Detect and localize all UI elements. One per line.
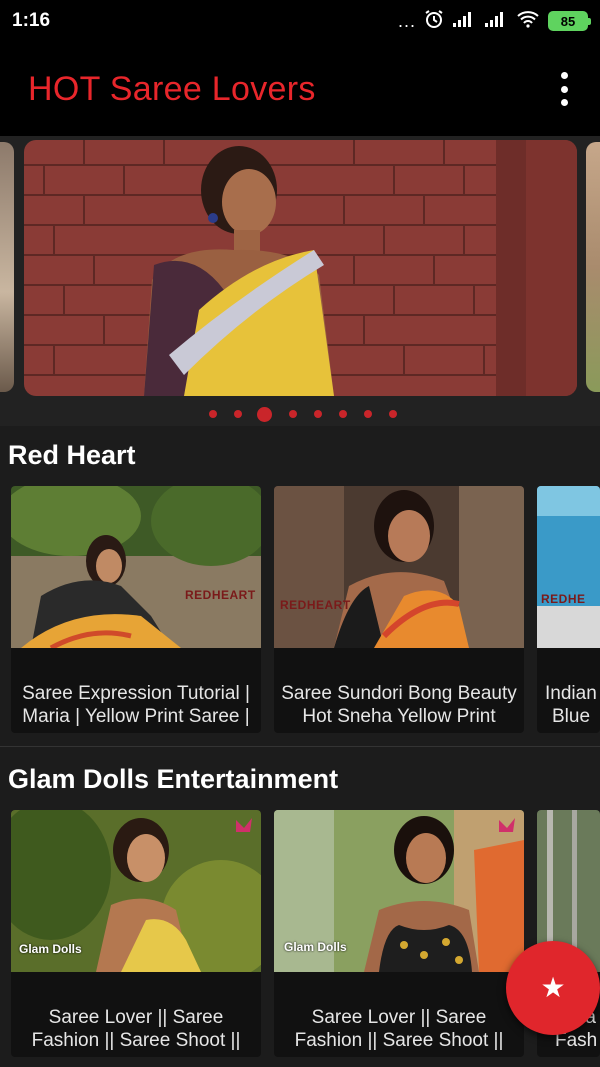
more-notifications-icon: ...: [397, 10, 416, 31]
video-card[interactable]: Glam Dolls Saree Lover || Saree Fashion …: [11, 810, 261, 1057]
carousel-indicator: [0, 404, 600, 424]
app-bar: HOT Saree Lovers: [0, 42, 600, 136]
video-title: Saree Lover || Saree Fashion || Saree Sh…: [294, 1007, 504, 1051]
carousel-slide[interactable]: [24, 140, 577, 396]
card-watermark: REDHEART: [185, 588, 256, 602]
carousel-next-slide[interactable]: [586, 142, 600, 392]
video-card[interactable]: REDHEART Saree Sundori Bong Beauty Hot S…: [274, 486, 524, 733]
video-card[interactable]: REDHEART Saree Expression Tutorial | Mar…: [11, 486, 261, 733]
carousel-prev-slide[interactable]: [0, 142, 14, 392]
carousel-dot[interactable]: [364, 410, 372, 418]
card-watermark: REDHE: [541, 592, 586, 606]
overflow-menu-icon[interactable]: [554, 72, 574, 106]
card-watermark: Glam Dolls: [284, 940, 347, 954]
carousel-dot[interactable]: [257, 406, 272, 422]
carousel-slide-image: [24, 140, 577, 396]
video-thumbnail: REDHE: [537, 486, 600, 648]
status-bar: 1:16 ... 85: [0, 0, 600, 42]
wifi-icon: [516, 10, 540, 33]
carousel-dot[interactable]: [389, 410, 397, 418]
signal-icon-2: [484, 10, 508, 33]
star-icon: ★: [540, 972, 566, 1003]
section-divider: [0, 746, 600, 747]
section-glam-dolls: Glam Dolls Entertainment Glam Dolls Sare…: [0, 750, 600, 1067]
carousel-dot[interactable]: [209, 410, 217, 418]
featured-carousel[interactable]: [0, 136, 600, 426]
video-title: Saree Expression Tutorial | Maria | Yell…: [22, 683, 250, 727]
video-title: Saree Sundori Bong Beauty Hot Sneha Yell…: [281, 683, 517, 727]
app-title: HOT Saree Lovers: [28, 69, 316, 108]
section-title: Red Heart: [8, 440, 136, 470]
video-card[interactable]: REDHE Indian Blue: [537, 486, 600, 733]
carousel-dot[interactable]: [289, 410, 297, 418]
card-watermark: REDHEART: [280, 598, 351, 612]
battery-icon: 85: [548, 11, 591, 31]
video-thumbnail: REDHEART: [11, 486, 261, 648]
section-title: Glam Dolls Entertainment: [8, 764, 339, 794]
video-thumbnail: Glam Dolls: [274, 810, 524, 972]
alarm-icon: [424, 9, 444, 34]
video-card[interactable]: Glam Dolls Saree Lover || Saree Fashion …: [274, 810, 524, 1057]
status-icons: ... 85: [397, 9, 591, 34]
carousel-dot[interactable]: [314, 410, 322, 418]
signal-icon-1: [452, 10, 476, 33]
section-red-heart: Red Heart REDHEART Saree Expression Tuto…: [0, 426, 600, 746]
status-time: 1:16: [12, 10, 51, 31]
video-title: Indian Blue: [545, 683, 597, 727]
card-watermark: Glam Dolls: [19, 942, 82, 956]
favorites-fab[interactable]: ★: [506, 941, 600, 1035]
video-thumbnail: REDHEART: [274, 486, 524, 648]
video-thumbnail: Glam Dolls: [11, 810, 261, 972]
carousel-dot[interactable]: [339, 410, 347, 418]
video-title: Saree Lover || Saree Fashion || Saree Sh…: [31, 1007, 241, 1051]
carousel-dot[interactable]: [234, 410, 242, 418]
